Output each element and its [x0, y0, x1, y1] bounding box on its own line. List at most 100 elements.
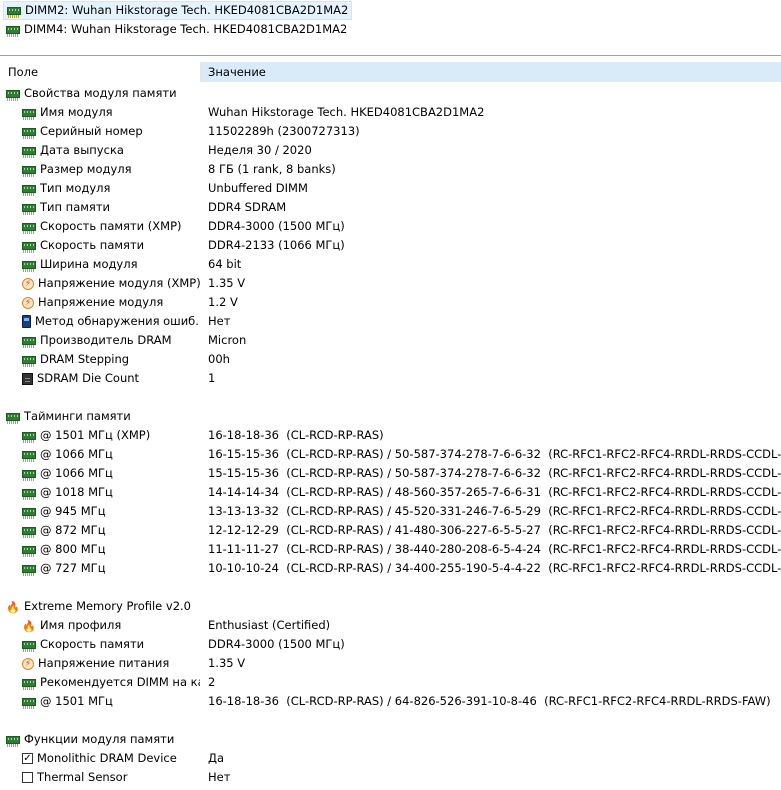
section-header[interactable]: Тайминги памяти: [0, 407, 781, 426]
property-row[interactable]: @ 1501 МГц (XMP) 16-18-18-36 (CL-RCD-RP-R…: [0, 426, 781, 445]
property-name: @ 1066 МГц: [40, 466, 113, 480]
device-item[interactable]: DIMM4: Wuhan Hikstorage Tech. HKED4081CB…: [3, 20, 350, 39]
ram-module-icon: [22, 470, 36, 481]
property-name: @ 727 МГц: [40, 561, 106, 575]
property-value: 15-15-15-36 (CL-RCD-RP-RAS) / 50-587-374…: [208, 466, 781, 480]
ram-module-icon: [22, 565, 36, 576]
pane-splitter[interactable]: [0, 55, 781, 56]
property-value: Wuhan Hikstorage Tech. HKED4081CBA2D1MA2: [208, 105, 485, 119]
checkbox-checked-icon[interactable]: ✓: [22, 753, 33, 764]
section-header[interactable]: Свойства модуля памяти: [0, 84, 781, 103]
property-row[interactable]: @ 1066 МГц 16-15-15-36 (CL-RCD-RP-RAS) / …: [0, 445, 781, 464]
property-row[interactable]: Метод обнаружения ошиб... Нет: [0, 312, 781, 331]
section-header[interactable]: Функции модуля памяти: [0, 730, 781, 749]
property-row[interactable]: ⚡ Напряжение модуля 1.2 V: [0, 293, 781, 312]
property-row[interactable]: DRAM Stepping 00h: [0, 350, 781, 369]
ram-module-icon: [22, 128, 36, 139]
ram-module-icon: [22, 166, 36, 177]
property-name: Серийный номер: [40, 124, 143, 138]
property-name: Размер модуля: [40, 162, 132, 176]
property-value: 2: [208, 675, 216, 689]
property-row[interactable]: Ширина модуля 64 bit: [0, 255, 781, 274]
property-row[interactable]: Тип модуля Unbuffered DIMM: [0, 179, 781, 198]
checkbox-unchecked-icon[interactable]: [22, 772, 33, 783]
property-row[interactable]: Размер модуля 8 ГБ (1 rank, 8 banks): [0, 160, 781, 179]
ram-module-icon: [6, 26, 20, 37]
property-name: Тип модуля: [40, 181, 111, 195]
flame-icon: 🔥: [22, 619, 36, 633]
property-value: 8 ГБ (1 rank, 8 banks): [208, 162, 336, 176]
property-name: @ 800 МГц: [40, 542, 106, 556]
column-header-value[interactable]: Значение: [201, 62, 781, 82]
ram-module-icon: [22, 337, 36, 348]
property-value: DDR4-2133 (1066 МГц): [208, 238, 345, 252]
column-header-field[interactable]: Поле: [0, 62, 201, 82]
property-name: Имя профиля: [40, 618, 122, 632]
property-name: Тип памяти: [40, 200, 111, 214]
property-value: Enthusiast (Certified): [208, 618, 331, 632]
ram-module-icon: [22, 223, 36, 234]
property-name: Скорость памяти (XMP): [40, 219, 182, 233]
ram-module-icon: [7, 7, 21, 18]
property-value: 1: [208, 371, 216, 385]
section-title: Extreme Memory Profile v2.0: [24, 599, 191, 613]
device-list: DIMM2: Wuhan Hikstorage Tech. HKED4081CB…: [0, 0, 781, 55]
property-row[interactable]: ⚡ Напряжение модуля (XMP) 1.35 V: [0, 274, 781, 293]
property-row[interactable]: Производитель DRAM Micron: [0, 331, 781, 350]
property-value: 1.35 V: [208, 276, 246, 290]
ram-module-icon: [22, 698, 36, 709]
property-value: 10-10-10-24 (CL-RCD-RP-RAS) / 34-400-255…: [208, 561, 781, 575]
section-title: Свойства модуля памяти: [24, 86, 177, 100]
property-value: DDR4-3000 (1500 МГц): [208, 637, 345, 651]
property-value: 11502289h (2300727313): [208, 124, 360, 138]
property-row[interactable]: @ 727 МГц 10-10-10-24 (CL-RCD-RP-RAS) / 3…: [0, 559, 781, 578]
property-row[interactable]: @ 872 МГц 12-12-12-29 (CL-RCD-RP-RAS) / 4…: [0, 521, 781, 540]
property-name: Monolithic DRAM Device: [37, 751, 177, 765]
property-value: 14-14-14-34 (CL-RCD-RP-RAS) / 48-560-357…: [208, 485, 781, 499]
property-row[interactable]: @ 945 МГц 13-13-13-32 (CL-RCD-RP-RAS) / 4…: [0, 502, 781, 521]
property-name: @ 872 МГц: [40, 523, 106, 537]
property-row[interactable]: Серийный номер 11502289h (2300727313): [0, 122, 781, 141]
ram-module-icon: [22, 356, 36, 367]
property-row[interactable]: Имя модуля Wuhan Hikstorage Tech. HKED408…: [0, 103, 781, 122]
property-row[interactable]: @ 800 МГц 11-11-11-27 (CL-RCD-RP-RAS) / 3…: [0, 540, 781, 559]
property-row[interactable]: 🔥 Имя профиля Enthusiast (Certified): [0, 616, 781, 635]
ram-module-icon: [22, 432, 36, 443]
property-row[interactable]: Скорость памяти (XMP) DDR4-3000 (1500 МГц…: [0, 217, 781, 236]
property-name: Имя модуля: [40, 105, 113, 119]
ram-module-icon: [22, 508, 36, 519]
property-name: @ 1018 МГц: [40, 485, 113, 499]
error-detection-icon: [22, 315, 31, 328]
property-value: 1.35 V: [208, 656, 246, 670]
device-label: DIMM4: Wuhan Hikstorage Tech. HKED4081CB…: [24, 22, 348, 36]
property-row[interactable]: @ 1501 МГц 16-18-18-36 (CL-RCD-RP-RAS) / …: [0, 692, 781, 711]
property-name: Thermal Sensor: [37, 770, 128, 784]
property-row[interactable]: @ 1066 МГц 15-15-15-36 (CL-RCD-RP-RAS) / …: [0, 464, 781, 483]
property-row[interactable]: Скорость памяти DDR4-3000 (1500 МГц): [0, 635, 781, 654]
property-row[interactable]: Дата выпуска Неделя 30 / 2020: [0, 141, 781, 160]
property-value: Неделя 30 / 2020: [208, 143, 312, 157]
property-name: Метод обнаружения ошиб...: [35, 314, 200, 328]
property-value: 11-11-11-27 (CL-RCD-RP-RAS) / 38-440-280…: [208, 542, 781, 556]
ram-module-icon: [22, 641, 36, 652]
property-row[interactable]: ✓ Monolithic DRAM Device Да: [0, 749, 781, 768]
property-row[interactable]: Thermal Sensor Нет: [0, 768, 781, 787]
property-row[interactable]: Рекомендуется DIMM на ка... 2: [0, 673, 781, 692]
section-header[interactable]: 🔥 Extreme Memory Profile v2.0: [0, 597, 781, 616]
property-row[interactable]: @ 1018 МГц 14-14-14-34 (CL-RCD-RP-RAS) / …: [0, 483, 781, 502]
property-name: Рекомендуется DIMM на ка...: [40, 675, 200, 689]
property-row[interactable]: ⚡ Напряжение питания 1.35 V: [0, 654, 781, 673]
property-name: @ 1066 МГц: [40, 447, 113, 461]
ram-module-icon: [22, 489, 36, 500]
ram-module-icon: [22, 679, 36, 690]
property-row[interactable]: Тип памяти DDR4 SDRAM: [0, 198, 781, 217]
ram-module-icon: [22, 242, 36, 253]
ram-module-icon: [22, 261, 36, 272]
property-name: @ 1501 МГц: [40, 694, 113, 708]
property-value: 13-13-13-32 (CL-RCD-RP-RAS) / 45-520-331…: [208, 504, 781, 518]
ram-module-icon: [22, 109, 36, 120]
property-row[interactable]: Скорость памяти DDR4-2133 (1066 МГц): [0, 236, 781, 255]
device-item[interactable]: DIMM2: Wuhan Hikstorage Tech. HKED4081CB…: [3, 1, 353, 20]
ram-module-icon: [6, 736, 20, 747]
property-row[interactable]: SDRAM Die Count 1: [0, 369, 781, 388]
